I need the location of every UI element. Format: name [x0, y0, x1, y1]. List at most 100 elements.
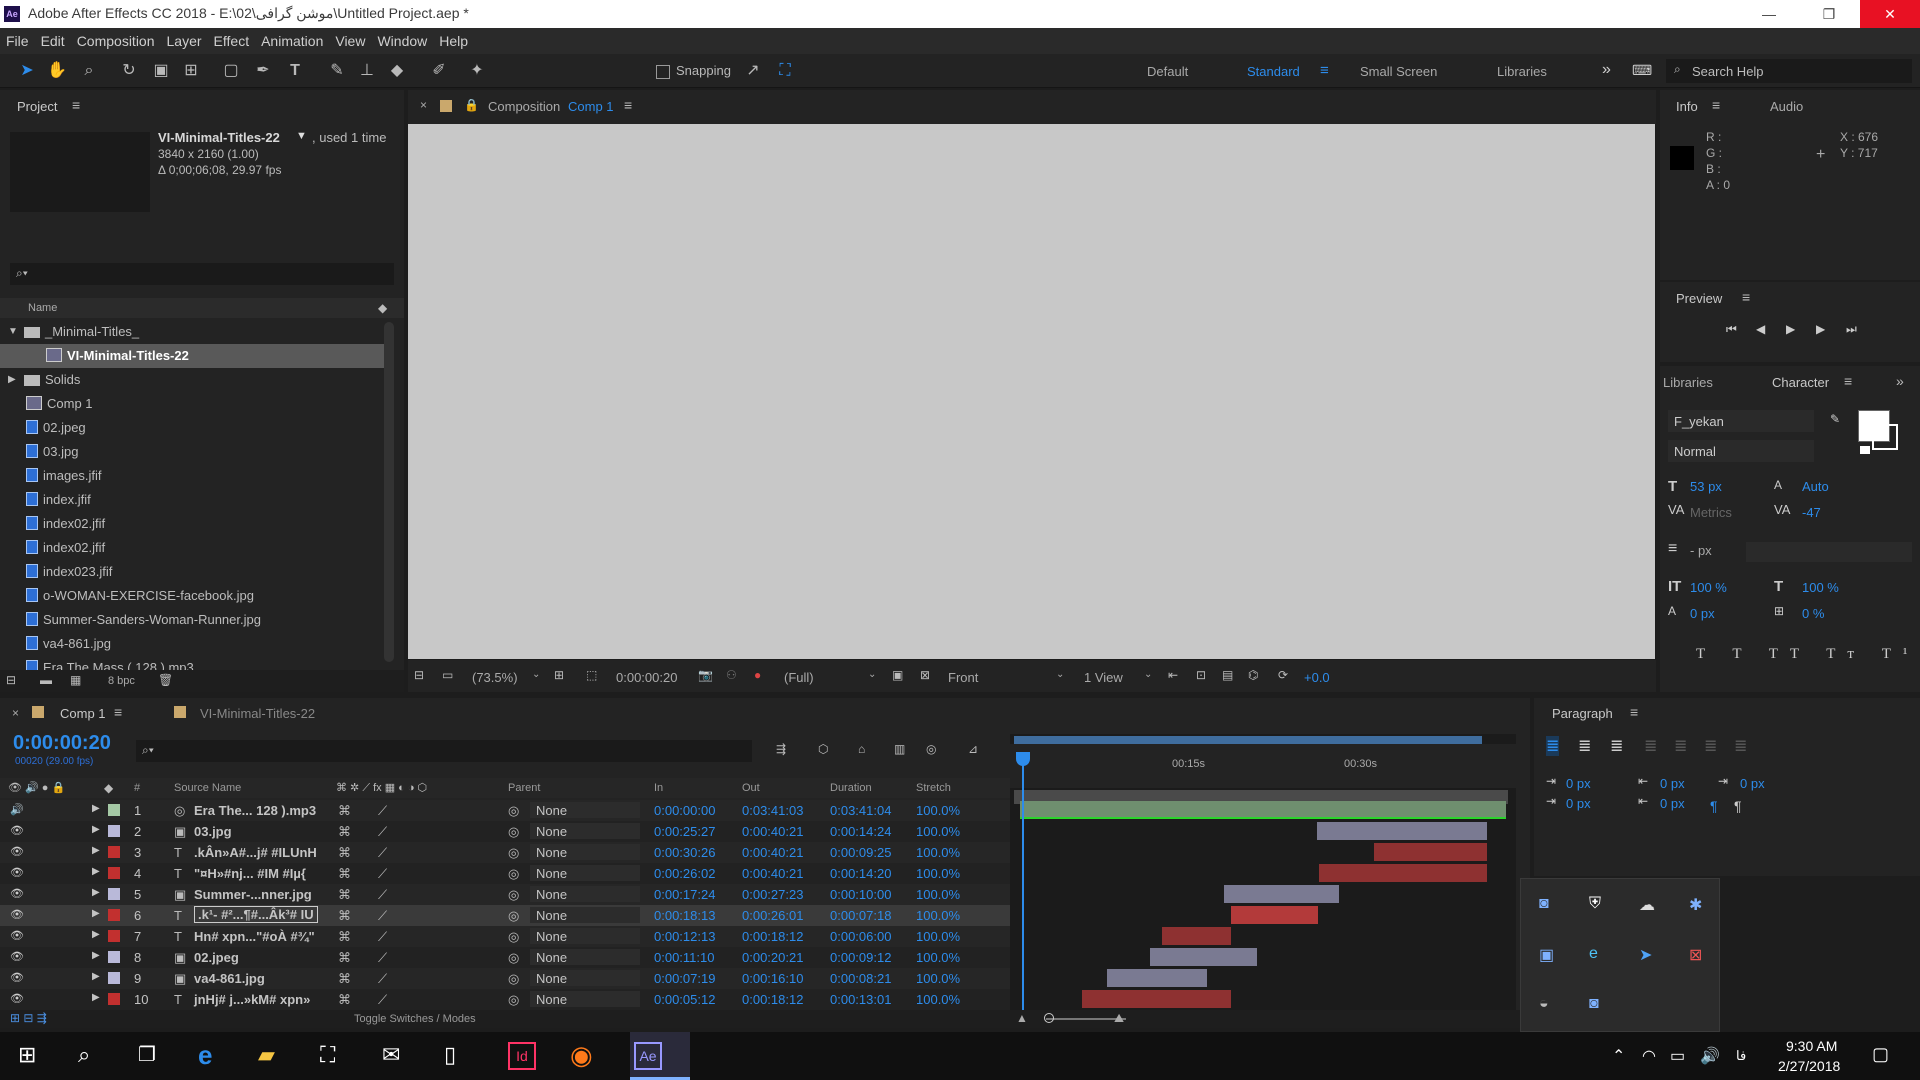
expand-layer-icon[interactable]: ▶ [92, 992, 100, 1003]
parent-pickwhip-icon[interactable]: ◎ [508, 929, 519, 945]
layer-row[interactable]: 👁 ▶ 5 ▣ Summer-...nner.jpg ⌘ ⟋ ◎ None 0:00:17:24 0… [0, 884, 1010, 905]
source-name-column-header[interactable]: Source Name [174, 782, 241, 794]
align-center-icon[interactable]: ≣ [1578, 736, 1591, 756]
project-tab[interactable]: Project [17, 99, 57, 114]
label-color-swatch[interactable] [108, 804, 120, 816]
layer-stretch[interactable]: 100.0% [916, 971, 960, 986]
layer-out-time[interactable]: 0:00:40:21 [742, 845, 803, 860]
always-preview-icon[interactable]: ⊟ [414, 668, 424, 682]
quality-switch-icon[interactable]: ⟋ [378, 971, 387, 987]
label-column-icon[interactable]: ◆ [104, 781, 113, 795]
indesign-icon[interactable]: Id [508, 1042, 536, 1070]
layer-duration-bar[interactable] [1230, 906, 1319, 924]
layer-in-time[interactable]: 0:00:05:12 [654, 992, 715, 1007]
play-icon[interactable]: ▶ [1786, 322, 1795, 336]
composition-tab-name[interactable]: Comp 1 [568, 99, 614, 114]
resolution-dropdown[interactable]: (Full) [784, 670, 814, 685]
align-left-icon[interactable]: ≣ [1546, 736, 1560, 756]
snapshot-icon[interactable]: 📷 [698, 668, 713, 682]
layer-name[interactable]: Hn# xpn..."#oÀ #¾" [194, 929, 315, 944]
zoom-in-icon[interactable]: ⛰ [1114, 1011, 1124, 1026]
rectangle-tool-icon[interactable]: ▢ [220, 60, 242, 82]
search-icon[interactable]: ⌕ [78, 1042, 90, 1068]
visibility-eye-icon[interactable]: 👁 [10, 971, 24, 984]
clone-stamp-tool-icon[interactable]: ⊥ [356, 60, 378, 82]
layer-row[interactable]: 👁 ▶ 6 T .k¹- #²...¶#...Âk³# IU ⌘ ⟋ ◎ None 0:00:18… [0, 905, 1010, 926]
reset-exposure-icon[interactable]: ⟳ [1278, 668, 1288, 682]
layer-name[interactable]: jnHj# j...»kM# xpn» [194, 992, 310, 1007]
label-color-swatch[interactable] [108, 888, 120, 900]
layer-duration[interactable]: 0:00:06:00 [830, 929, 891, 944]
start-icon[interactable]: ⊞ [18, 1042, 36, 1068]
layer-stretch[interactable]: 100.0% [916, 887, 960, 902]
layer-stretch[interactable]: 100.0% [916, 929, 960, 944]
font-style-dropdown[interactable]: Normal [1668, 440, 1814, 462]
parent-pickwhip-icon[interactable]: ◎ [508, 803, 519, 819]
frame-blending-icon[interactable]: ▥ [894, 742, 905, 756]
project-scrollbar[interactable] [384, 322, 394, 662]
quality-switch-icon[interactable]: ⟋ [378, 887, 387, 903]
clock-time[interactable]: 9:30 AM [1786, 1038, 1837, 1054]
panel-menu-icon[interactable]: ≡ [114, 704, 122, 720]
shy-switch-icon[interactable]: ⌘ [338, 971, 351, 987]
layer-row[interactable]: 👁 ▶ 4 T "¤H»#nj... #IM #Iµ{⌘ ⟋ ◎ None 0:00:26:02… [0, 863, 1010, 884]
layer-in-time[interactable]: 0:00:25:27 [654, 824, 715, 839]
keyboard-shortcuts-icon[interactable]: ⌨ [1632, 62, 1652, 79]
action-center-icon[interactable]: ▢ [1872, 1044, 1889, 1065]
playhead-handle[interactable] [1016, 752, 1030, 766]
layer-stretch[interactable]: 100.0% [916, 950, 960, 965]
rotate-tool-icon[interactable]: ↻ [118, 60, 140, 82]
layer-name[interactable]: 03.jpg [194, 824, 232, 839]
timeline-search-input[interactable]: ⌕▾ [136, 740, 752, 762]
expand-layer-icon[interactable]: ▶ [92, 845, 100, 856]
snapping-checkbox[interactable] [656, 65, 670, 79]
layer-row[interactable]: 👁 ▶ 10 TjnHj# j...»kM# xpn» ⌘ ⟋ ◎ None 0:00:05:1… [0, 989, 1010, 1010]
puppet-pin-tool-icon[interactable]: ✦ [466, 60, 488, 82]
close-tab-icon[interactable]: × [420, 98, 427, 112]
comp-viewer[interactable] [408, 124, 1656, 660]
layer-duration-bar[interactable] [1081, 990, 1231, 1008]
minimize-button[interactable]: — [1746, 0, 1792, 28]
expand-layer-icon[interactable]: ▶ [92, 929, 100, 940]
quality-switch-icon[interactable]: ⟋ [378, 803, 387, 819]
pan-behind-tool-icon[interactable]: ⊞ [180, 60, 202, 82]
workspace-libraries[interactable]: Libraries [1497, 64, 1547, 79]
layer-row[interactable]: 👁 ▶ 8 ▣ 02.jpeg ⌘ ⟋ ◎ None 0:00:11:10 0:00:20:21 0:… [0, 947, 1010, 968]
justify-right-icon[interactable]: ≣ [1704, 736, 1717, 756]
previous-frame-icon[interactable]: ◀ [1756, 322, 1765, 336]
layer-duration[interactable]: 0:00:14:24 [830, 824, 891, 839]
baseline-shift-value[interactable]: 0 px [1690, 606, 1715, 621]
region-of-interest-icon[interactable]: ▣ [892, 668, 903, 682]
layer-row[interactable]: 🔊 ▶ 1 ◎ Era The... 128 ).mp3 ⌘ ⟋ ◎ None 0:00:00:0… [0, 800, 1010, 821]
comp-current-time[interactable]: 0:00:00:20 [616, 670, 677, 685]
camera-app-icon[interactable]: ◙ [1539, 895, 1549, 913]
stroke-color-swatch[interactable] [1872, 424, 1898, 450]
menu-animation[interactable]: Animation [255, 28, 329, 49]
layer-out-time[interactable]: 0:00:18:12 [742, 929, 803, 944]
workspace-small-screen[interactable]: Small Screen [1360, 64, 1437, 79]
shy-switch-icon[interactable]: ⌘ [338, 908, 351, 924]
parent-pickwhip-icon[interactable]: ◎ [508, 887, 519, 903]
timeline-current-time[interactable]: 0:00:00:20 [13, 732, 111, 755]
fast-previews-icon[interactable]: ⊡ [1196, 668, 1206, 682]
label-color-swatch[interactable] [108, 993, 120, 1005]
work-area-bar[interactable] [1010, 734, 1516, 744]
space-after-value[interactable]: 0 px [1660, 796, 1685, 811]
new-comp-icon[interactable]: ▦ [70, 673, 81, 687]
shy-switch-icon[interactable]: ⌘ [338, 950, 351, 966]
libraries-tab[interactable]: Libraries [1663, 375, 1713, 390]
project-item[interactable]: Summer-Sanders-Woman-Runner.jpg [0, 608, 384, 632]
expand-layer-icon[interactable]: ▶ [92, 866, 100, 877]
label-column-icon[interactable]: ◆ [378, 301, 387, 315]
label-color-swatch[interactable] [108, 951, 120, 963]
layer-duration-bar[interactable] [1316, 822, 1487, 840]
menu-view[interactable]: View [329, 28, 371, 49]
ltr-direction-icon[interactable]: ¶ [1734, 798, 1742, 814]
panel-menu-icon[interactable]: ≡ [72, 97, 80, 113]
stroke-width-value[interactable]: - px [1690, 543, 1712, 558]
close-button[interactable]: ✕ [1860, 0, 1920, 28]
label-color-swatch[interactable] [108, 909, 120, 921]
zoom-tool-icon[interactable]: ⌕ [78, 60, 100, 82]
selection-tool-icon[interactable]: ➤ [16, 60, 38, 82]
maximize-button[interactable]: ❐ [1806, 0, 1852, 28]
